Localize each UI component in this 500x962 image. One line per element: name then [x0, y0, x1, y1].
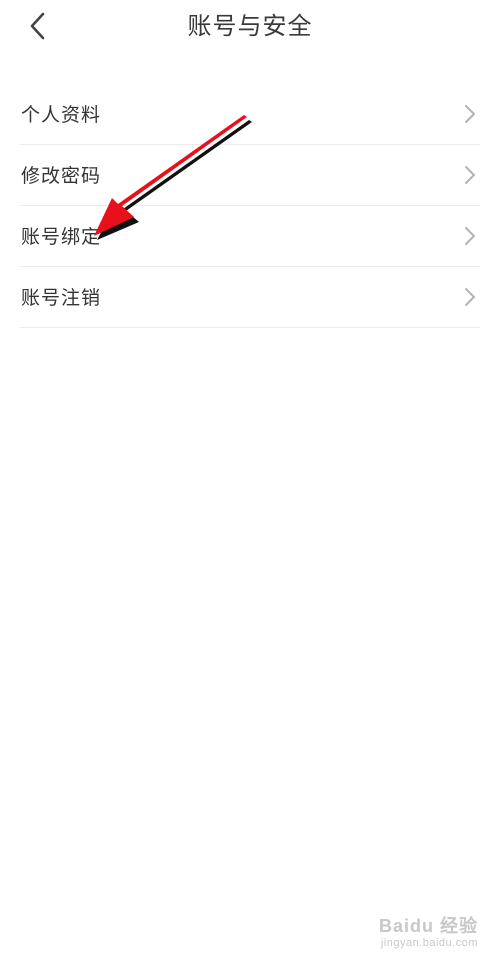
- menu-item-label: 修改密码: [21, 165, 102, 187]
- menu-item-label: 个人资料: [21, 104, 102, 126]
- chevron-right-icon: [464, 287, 476, 307]
- menu-item-account-cancellation[interactable]: 账号注销: [20, 267, 480, 328]
- menu-item-account-binding[interactable]: 账号绑定: [20, 206, 480, 267]
- watermark: Baidu 经验 jingyan.baidu.com: [378, 915, 478, 949]
- menu-item-profile[interactable]: 个人资料: [20, 84, 480, 145]
- chevron-right-icon: [464, 165, 476, 185]
- account-security-menu: 个人资料 修改密码 账号绑定 账号注销: [20, 84, 480, 328]
- menu-item-change-password[interactable]: 修改密码: [20, 145, 480, 206]
- page-title: 账号与安全: [187, 12, 313, 40]
- chevron-right-icon: [464, 226, 476, 246]
- menu-item-label: 账号绑定: [21, 226, 102, 248]
- watermark-logo: Baidu 经验: [378, 916, 478, 936]
- chevron-right-icon: [464, 104, 476, 124]
- header-bar: 账号与安全: [0, 0, 500, 56]
- watermark-url: jingyan.baidu.com: [380, 937, 478, 949]
- menu-item-label: 账号注销: [21, 287, 102, 309]
